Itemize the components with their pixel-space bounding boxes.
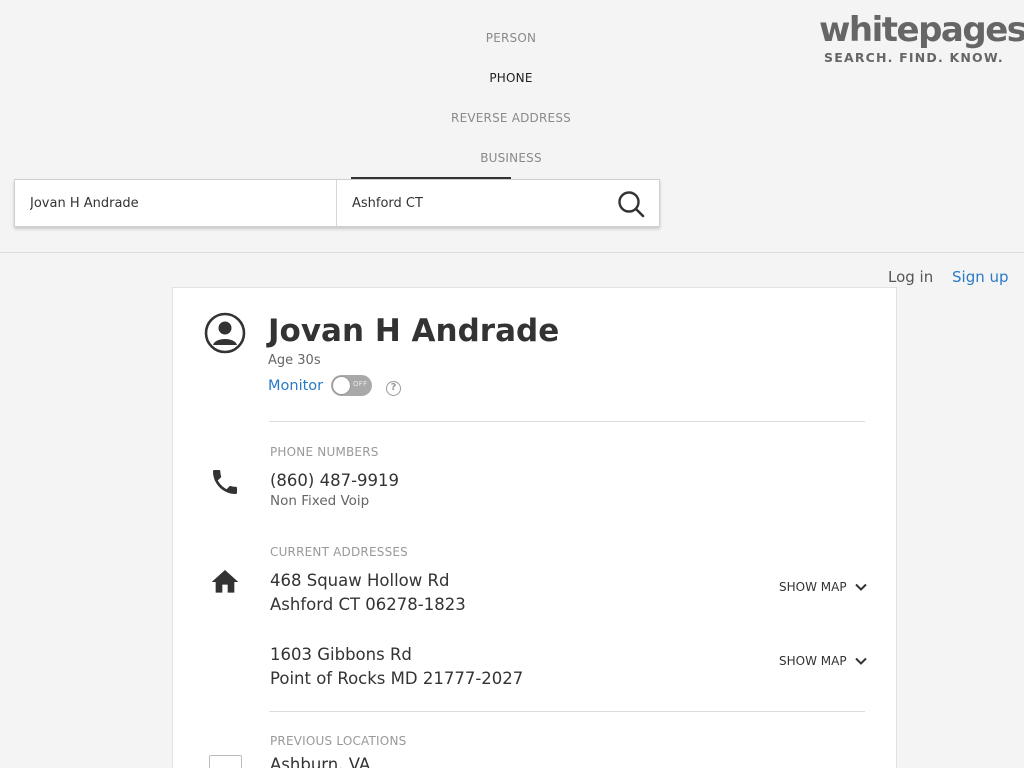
nav-tab-phone[interactable]: PHONE	[431, 71, 591, 85]
toggle-state: OFF	[353, 380, 368, 388]
show-map-button[interactable]: SHOW MAP	[779, 654, 868, 668]
signup-link[interactable]: Sign up	[952, 268, 1009, 286]
logo-tagline: SEARCH. FIND. KNOW.	[824, 50, 1004, 65]
nav-tab-business[interactable]: BUSINESS	[431, 151, 591, 165]
chevron-down-icon	[854, 657, 867, 665]
toggle-knob	[332, 376, 351, 395]
name-search-input[interactable]	[15, 180, 335, 226]
person-avatar-icon	[204, 312, 246, 354]
address-2-line-1: 1603 Gibbons Rd	[270, 645, 412, 664]
monitor-toggle[interactable]: OFF	[331, 375, 372, 396]
address-2-line-2: Point of Rocks MD 21777-2027	[270, 669, 524, 688]
location-icon	[209, 755, 242, 768]
show-map-label: SHOW MAP	[779, 580, 847, 594]
previous-location: Ashburn, VA	[270, 755, 371, 768]
show-map-label: SHOW MAP	[779, 654, 847, 668]
phone-numbers-label: PHONE NUMBERS	[270, 445, 379, 459]
search-icon	[618, 191, 645, 218]
home-icon	[211, 570, 239, 593]
help-icon[interactable]: ?	[386, 381, 401, 396]
phone-type: Non Fixed Voip	[270, 493, 370, 509]
phone-number[interactable]: (860) 487-9919	[270, 471, 399, 490]
divider	[269, 421, 865, 422]
person-name: Jovan H Andrade	[268, 313, 560, 349]
nav-tab-person[interactable]: PERSON	[431, 31, 591, 45]
person-age: Age 30s	[268, 353, 321, 368]
person-card: Jovan H Andrade Age 30s Monitor OFF ? PH…	[172, 287, 897, 768]
phone-icon	[213, 470, 237, 494]
address-1-line-2: Ashford CT 06278-1823	[270, 595, 466, 614]
monitor-label[interactable]: Monitor	[268, 378, 323, 394]
chevron-down-icon	[854, 583, 867, 591]
nav-tab-reverse-address[interactable]: REVERSE ADDRESS	[431, 111, 591, 125]
divider	[269, 711, 865, 712]
search-button[interactable]	[615, 188, 647, 220]
search-bar	[14, 179, 660, 227]
header-region: PERSON PHONE REVERSE ADDRESS BUSINESS wh…	[0, 0, 1024, 253]
current-addresses-label: CURRENT ADDRESSES	[270, 545, 408, 559]
address-1-line-1: 468 Squaw Hollow Rd	[270, 571, 450, 590]
whitepages-logo[interactable]: whitepages SEARCH. FIND. KNOW.	[818, 10, 1024, 66]
login-link[interactable]: Log in	[888, 268, 933, 286]
show-map-button[interactable]: SHOW MAP	[779, 580, 868, 594]
previous-locations-label: PREVIOUS LOCATIONS	[270, 734, 407, 748]
logo-wordmark: whitepages	[819, 10, 1024, 50]
location-search-input[interactable]	[337, 180, 607, 226]
